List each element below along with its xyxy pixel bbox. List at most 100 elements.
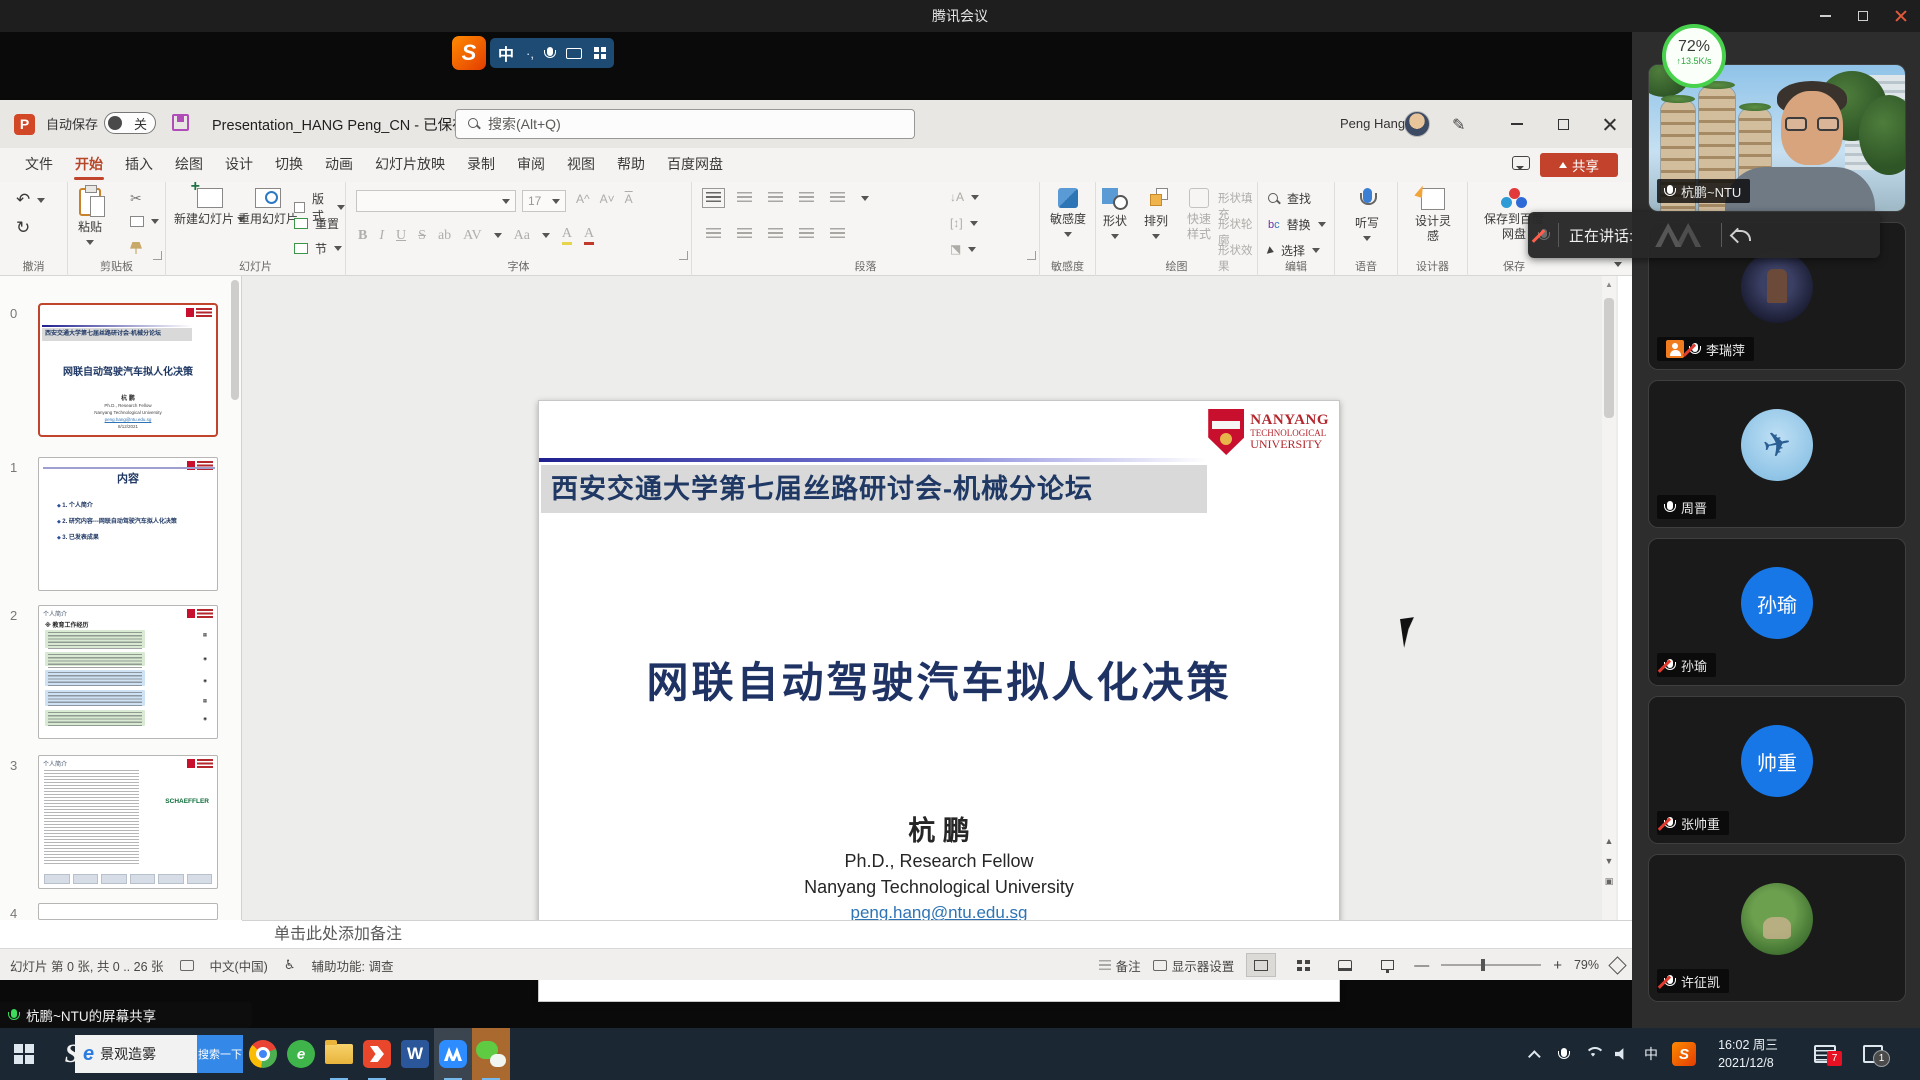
arrange-button[interactable]: 排列 xyxy=(1144,188,1168,244)
tray-expand-button[interactable] xyxy=(1522,1028,1550,1080)
zoom-slider-knob[interactable] xyxy=(1481,959,1485,971)
reuse-slides-button[interactable]: 重用幻灯片 xyxy=(238,188,298,227)
save-icon[interactable] xyxy=(172,114,189,131)
ppt-minimize-button[interactable] xyxy=(1494,100,1540,148)
tab-record[interactable]: 录制 xyxy=(456,148,506,182)
inking-icon[interactable]: ✎ xyxy=(1452,115,1465,135)
start-button[interactable] xyxy=(0,1028,48,1080)
spellcheck-icon[interactable] xyxy=(180,960,194,971)
slide-thumbnail-4[interactable] xyxy=(38,903,218,920)
font-name-combo[interactable] xyxy=(356,190,516,212)
tab-draw[interactable]: 绘图 xyxy=(164,148,214,182)
tray-network-button[interactable] xyxy=(1578,1028,1608,1080)
sogou-tray-button[interactable]: S xyxy=(1668,1028,1700,1080)
tab-help[interactable]: 帮助 xyxy=(606,148,656,182)
numbering-button[interactable] xyxy=(737,192,752,204)
cut-button[interactable]: ✂ xyxy=(130,190,142,207)
redo-button[interactable]: ↻ xyxy=(16,218,30,238)
align-left-button[interactable] xyxy=(706,228,721,240)
docs-tray-button[interactable]: 7 xyxy=(1804,1028,1846,1080)
autosave-toggle[interactable]: 关 xyxy=(104,112,156,134)
increase-indent-button[interactable] xyxy=(799,192,814,204)
mic-muted-icon[interactable] xyxy=(1540,229,1548,242)
zoom-slider[interactable] xyxy=(1441,964,1541,966)
zoom-level[interactable]: 79% xyxy=(1574,958,1599,972)
ppt-close-button[interactable] xyxy=(1586,100,1632,148)
select-button[interactable]: 选择 xyxy=(1268,242,1320,259)
slide-scrollbar[interactable]: ▲ ▲ ▼ ▣ xyxy=(1602,276,1616,920)
tab-view[interactable]: 视图 xyxy=(556,148,606,182)
ime-keyboard-icon[interactable] xyxy=(566,48,582,59)
participant-tile[interactable]: 许征凯 xyxy=(1648,854,1906,1002)
ime-indicator[interactable]: 中 xyxy=(1636,1028,1666,1080)
dictate-button[interactable]: 听写 xyxy=(1347,188,1387,246)
tab-design[interactable]: 设计 xyxy=(214,148,264,182)
fit-to-window-button[interactable] xyxy=(1608,956,1626,974)
strikethrough-button[interactable]: S xyxy=(418,228,426,244)
bullets-button[interactable] xyxy=(706,192,721,204)
meeting-taskbar-button[interactable] xyxy=(434,1028,472,1080)
align-text-button[interactable]: [↕] xyxy=(950,216,978,230)
notes-pane[interactable]: 单击此处添加备注 xyxy=(242,920,1632,948)
slide-canvas[interactable]: NANYANG TECHNOLOGICAL UNIVERSITY 西安交通大学第… xyxy=(538,400,1340,1002)
scroll-down-icon[interactable]: ▣ xyxy=(1603,876,1615,887)
accessibility-status[interactable]: 辅助功能: 调查 xyxy=(312,956,394,975)
reading-view-button[interactable] xyxy=(1330,953,1360,977)
language-indicator[interactable]: 中文(中国) xyxy=(210,956,268,975)
ppt-maximize-button[interactable] xyxy=(1540,100,1586,148)
account-name[interactable]: Peng Hang xyxy=(1340,116,1405,131)
action-center-button[interactable]: 1 xyxy=(1850,1028,1896,1080)
zoom-out-button[interactable]: — xyxy=(1414,957,1429,974)
notes-toggle[interactable]: 备注 xyxy=(1099,956,1141,975)
search-submit-button[interactable]: 搜索一下 xyxy=(197,1035,243,1073)
close-button[interactable] xyxy=(1882,0,1920,32)
comments-icon[interactable] xyxy=(1512,156,1530,170)
tray-mic-button[interactable] xyxy=(1550,1028,1578,1080)
wechat-taskbar-button[interactable] xyxy=(472,1028,510,1080)
shapes-button[interactable]: 形状 xyxy=(1102,188,1128,244)
chrome-taskbar-button[interactable] xyxy=(244,1028,282,1080)
slide-thumbnail-0[interactable]: 西安交通大学第七届丝路研讨会-机械分论坛 网联自动驾驶汽车拟人化决策 杭 鹏 P… xyxy=(38,303,218,437)
back-arrow-icon[interactable] xyxy=(1732,226,1754,244)
tab-insert[interactable]: 插入 xyxy=(114,148,164,182)
italic-button[interactable]: I xyxy=(379,228,384,244)
align-right-button[interactable] xyxy=(768,228,783,240)
grow-font-button[interactable]: A^ xyxy=(576,192,590,206)
align-center-button[interactable] xyxy=(737,228,752,240)
smartart-button[interactable]: ⬔ xyxy=(950,242,976,256)
tab-file[interactable]: 文件 xyxy=(14,148,64,182)
clock[interactable]: 16:02 周三 2021/12/8 xyxy=(1702,1028,1794,1080)
collapse-ribbon-button[interactable] xyxy=(1614,262,1622,267)
format-painter-button[interactable] xyxy=(130,242,142,254)
tab-transitions[interactable]: 切换 xyxy=(264,148,314,182)
minimize-button[interactable] xyxy=(1806,0,1844,32)
network-quality-badge[interactable]: 72% ↑13.5K/s xyxy=(1662,24,1726,88)
shrink-font-button[interactable]: A˅ xyxy=(600,192,615,206)
ime-punctuation-toggle[interactable]: ·, xyxy=(526,46,534,61)
tray-volume-button[interactable] xyxy=(1608,1028,1636,1080)
change-case-button[interactable]: Aa xyxy=(514,228,530,244)
avatar[interactable] xyxy=(1404,111,1430,137)
tab-review[interactable]: 审阅 xyxy=(506,148,556,182)
decrease-indent-button[interactable] xyxy=(768,192,783,204)
participant-tile[interactable]: 孙瑜 孙瑜 xyxy=(1648,538,1906,686)
maximize-button[interactable] xyxy=(1844,0,1882,32)
slide-sorter-button[interactable] xyxy=(1288,953,1318,977)
char-spacing-button[interactable]: AV xyxy=(463,228,481,244)
autosave-control[interactable]: 自动保存 关 xyxy=(46,112,156,134)
copy-button[interactable] xyxy=(130,216,159,227)
word-taskbar-button[interactable]: W xyxy=(396,1028,434,1080)
slide-thumbnail-3[interactable]: 个人简介 SCHAEFFLER xyxy=(38,755,218,889)
slideshow-button[interactable] xyxy=(1372,953,1402,977)
replace-button[interactable]: bc替换 xyxy=(1268,216,1326,233)
text-direction-button[interactable]: ↓A xyxy=(950,190,979,204)
file-explorer-taskbar-button[interactable] xyxy=(320,1028,358,1080)
tab-home[interactable]: 开始 xyxy=(64,148,114,182)
font-size-combo[interactable]: 17 xyxy=(522,190,566,212)
quick-styles-button[interactable]: 快速样式 xyxy=(1182,188,1216,242)
media-app-taskbar-button[interactable] xyxy=(358,1028,396,1080)
sogou-logo-icon[interactable]: S xyxy=(452,36,486,70)
clear-format-button[interactable]: A xyxy=(625,192,633,206)
share-button[interactable]: 共享 xyxy=(1540,153,1618,177)
tab-baidu-pan[interactable]: 百度网盘 xyxy=(656,148,734,182)
